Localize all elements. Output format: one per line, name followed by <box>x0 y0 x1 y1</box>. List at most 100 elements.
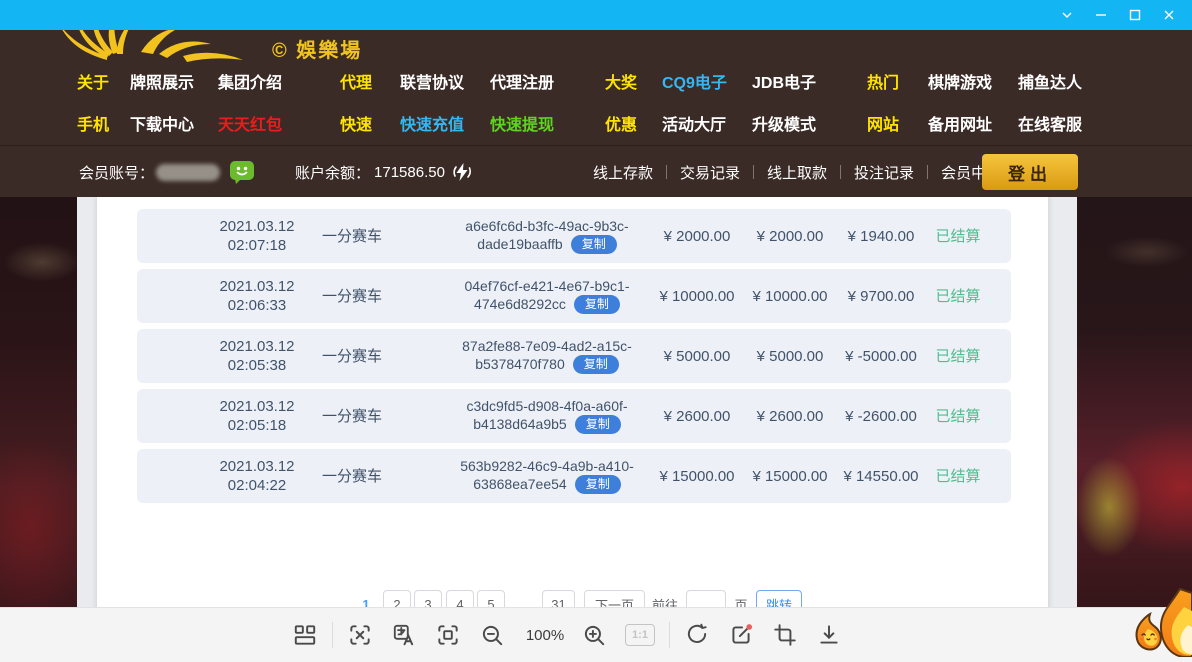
valid-amount: ¥ 2000.00 <box>744 209 836 263</box>
bet-amount: ¥ 2600.00 <box>636 389 758 443</box>
zoom-in-icon[interactable] <box>581 622 607 648</box>
rotate-icon[interactable] <box>684 622 710 648</box>
nav-activity-hall[interactable]: 活动大厅 <box>662 102 752 144</box>
nav-mobile[interactable]: 手机 <box>77 102 130 144</box>
nav-fishing[interactable]: 捕鱼达人 <box>1018 60 1128 102</box>
site-header: © 娛樂場 关于 牌照展示 集团介绍 代理 联营协议 代理注册 大奖 CQ9电子… <box>0 30 1192 197</box>
bet-id: 563b9282-46c9-4a9b-a410- 63868ea7ee54复制 <box>437 449 657 503</box>
brand-logo: © 娛樂場 <box>55 30 395 60</box>
copy-button[interactable]: 复制 <box>573 355 619 374</box>
nav-red-packet[interactable]: 天天红包 <box>218 102 340 144</box>
member-account-label: 会员账号： <box>79 162 154 183</box>
site-copyright-label: © 娛樂場 <box>272 34 362 63</box>
copy-button[interactable]: 复制 <box>575 475 621 494</box>
table-row: 2021.03.1202:05:18 一分赛车 c3dc9fd5-d908-4f… <box>137 389 1011 443</box>
link-bet-record[interactable]: 投注记录 <box>854 162 914 183</box>
copy-button[interactable]: 复制 <box>575 415 621 434</box>
nav-online-service[interactable]: 在线客服 <box>1018 102 1128 144</box>
page-content: 2021.03.1202:07:18 一分赛车 a6e6fc6d-b3fc-49… <box>0 197 1192 662</box>
image-viewer-toolbar: 100% 1:1 <box>0 607 1192 662</box>
nav-license[interactable]: 牌照展示 <box>130 60 218 102</box>
win-loss-amount: ¥ 14550.00 <box>835 449 927 503</box>
win-loss-amount: ¥ -5000.00 <box>835 329 927 383</box>
game-name: 一分赛车 <box>292 269 412 323</box>
account-links: 线上存款 交易记录 线上取款 投注记录 会员中心 <box>593 146 1001 198</box>
nav-website[interactable]: 网站 <box>867 102 928 144</box>
nav-jackpot[interactable]: 大奖 <box>605 60 662 102</box>
layout-icon[interactable] <box>292 622 318 648</box>
crop-icon[interactable] <box>772 622 798 648</box>
win-loss-amount: ¥ 1940.00 <box>835 209 927 263</box>
status-badge: 已结算 <box>920 389 996 443</box>
zoom-out-icon[interactable] <box>479 622 505 648</box>
table-row: 2021.03.1202:06:33 一分赛车 04ef76cf-e421-4e… <box>137 269 1011 323</box>
bet-id: 87a2fe88-7e09-4ad2-a15c- b5378470f780复制 <box>437 329 657 383</box>
bet-amount: ¥ 15000.00 <box>636 449 758 503</box>
table-row: 2021.03.1202:04:22 一分赛车 563b9282-46c9-4a… <box>137 449 1011 503</box>
divider <box>666 165 667 179</box>
refresh-balance-icon[interactable] <box>453 162 471 182</box>
divider <box>840 165 841 179</box>
link-transaction-record[interactable]: 交易记录 <box>680 162 740 183</box>
nav-hot[interactable]: 热门 <box>867 60 928 102</box>
win-loss-amount: ¥ 9700.00 <box>835 269 927 323</box>
divider <box>927 165 928 179</box>
table-row: 2021.03.1202:07:18 一分赛车 a6e6fc6d-b3fc-49… <box>137 209 1011 263</box>
chat-bubble-icon[interactable] <box>229 160 255 185</box>
status-badge: 已结算 <box>920 269 996 323</box>
game-name: 一分赛车 <box>292 449 412 503</box>
one-to-one-icon[interactable]: 1:1 <box>625 624 655 646</box>
download-icon[interactable] <box>816 622 842 648</box>
bet-id: a6e6fc6d-b3fc-49ac-9b3c- dade19baaffb复制 <box>437 209 657 263</box>
table-row: 2021.03.1202:05:38 一分赛车 87a2fe88-7e09-4a… <box>137 329 1011 383</box>
balance-value: 171586.50 <box>374 164 445 181</box>
copy-button[interactable]: 复制 <box>571 235 617 254</box>
nav-jdb[interactable]: JDB电子 <box>752 60 867 102</box>
game-name: 一分赛车 <box>292 389 412 443</box>
account-balance: 账户余额： 171586.50 <box>295 146 471 198</box>
nav-fast-withdraw[interactable]: 快速提现 <box>490 102 605 144</box>
collapse-window-icon[interactable] <box>1050 0 1084 30</box>
balance-label: 账户余额： <box>295 162 370 183</box>
member-account-redacted <box>156 164 220 181</box>
annotate-icon[interactable] <box>728 622 754 648</box>
nav-agent-agreement[interactable]: 联营协议 <box>400 60 490 102</box>
nav-promo[interactable]: 优惠 <box>605 102 662 144</box>
link-online-deposit[interactable]: 线上存款 <box>593 162 653 183</box>
status-badge: 已结算 <box>920 449 996 503</box>
win-loss-amount: ¥ -2600.00 <box>835 389 927 443</box>
nav-fast[interactable]: 快速 <box>340 102 400 144</box>
nav-board-games[interactable]: 棋牌游戏 <box>928 60 1018 102</box>
translate-icon[interactable] <box>391 622 417 648</box>
fit-screen-icon[interactable] <box>435 622 461 648</box>
divider <box>669 622 670 648</box>
nav-cq9[interactable]: CQ9电子 <box>662 60 752 102</box>
game-name: 一分赛车 <box>292 329 412 383</box>
bet-amount: ¥ 5000.00 <box>636 329 758 383</box>
link-online-withdraw[interactable]: 线上取款 <box>767 162 827 183</box>
nav-group-intro[interactable]: 集团介绍 <box>218 60 340 102</box>
nav-download[interactable]: 下载中心 <box>130 102 218 144</box>
bet-amount: ¥ 10000.00 <box>636 269 758 323</box>
minimize-icon[interactable] <box>1084 0 1118 30</box>
nav-about[interactable]: 关于 <box>77 60 130 102</box>
close-icon[interactable] <box>1152 0 1186 30</box>
nav-upgrade-mode[interactable]: 升级模式 <box>752 102 867 144</box>
scan-text-icon[interactable] <box>347 622 373 648</box>
copy-button[interactable]: 复制 <box>574 295 620 314</box>
divider <box>753 165 754 179</box>
maximize-icon[interactable] <box>1118 0 1152 30</box>
nav-fast-deposit[interactable]: 快速充值 <box>400 102 490 144</box>
bet-id: 04ef76cf-e421-4e67-b9c1- 474e6d8292cc复制 <box>437 269 657 323</box>
logout-button[interactable]: 登出 <box>982 154 1078 190</box>
member-account: 会员账号： <box>79 146 255 198</box>
bet-amount: ¥ 2000.00 <box>636 209 758 263</box>
bet-id: c3dc9fd5-d908-4f0a-a60f- b4138d64a9b5复制 <box>437 389 657 443</box>
zoom-level-label: 100% <box>523 627 567 644</box>
valid-amount: ¥ 10000.00 <box>744 269 836 323</box>
nav-agent-register[interactable]: 代理注册 <box>490 60 605 102</box>
nav-agent[interactable]: 代理 <box>340 60 400 102</box>
nav-backup-url[interactable]: 备用网址 <box>928 102 1018 144</box>
valid-amount: ¥ 15000.00 <box>744 449 836 503</box>
window-controls <box>1050 0 1186 30</box>
